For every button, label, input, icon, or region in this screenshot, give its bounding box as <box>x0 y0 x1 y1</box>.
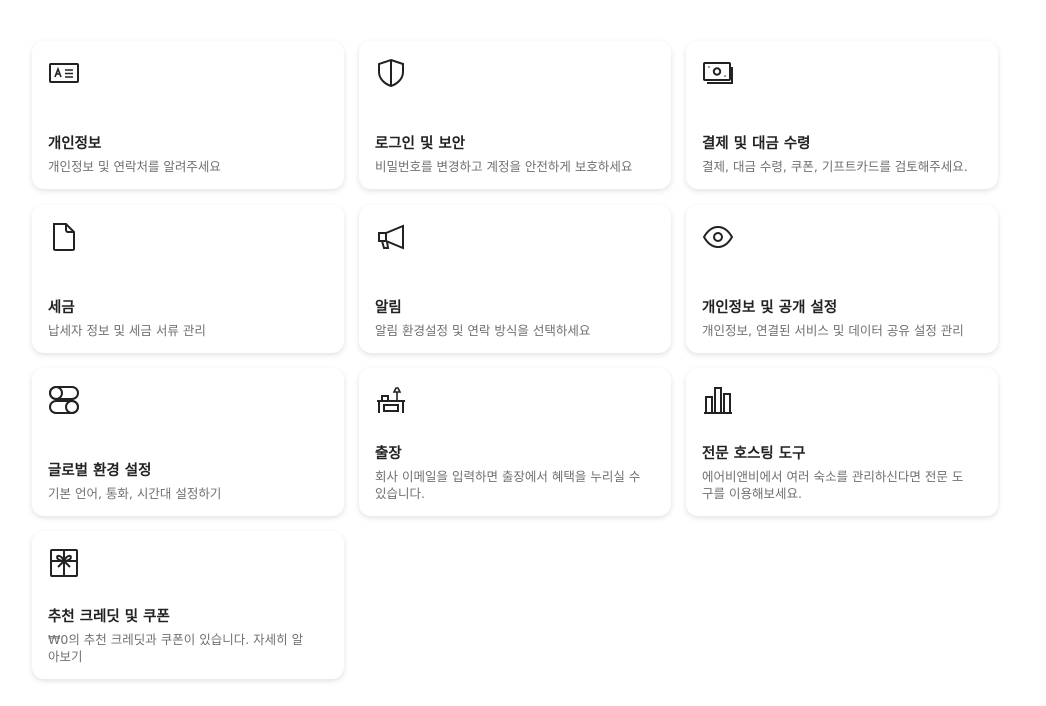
eye-icon <box>702 221 734 253</box>
card-payments[interactable]: 결제 및 대금 수령 결제, 대금 수령, 쿠폰, 기프트카드를 검토해주세요. <box>686 41 998 189</box>
card-global-preferences[interactable]: 글로벌 환경 설정 기본 언어, 통화, 시간대 설정하기 <box>32 368 344 516</box>
card-notifications[interactable]: 알림 알림 환경설정 및 연락 방식을 선택하세요 <box>359 205 671 353</box>
card-description: 에어비앤비에서 여러 숙소를 관리하신다면 전문 도구를 이용해보세요. <box>702 469 964 501</box>
card-description: 개인정보, 연결된 서비스 및 데이터 공유 설정 관리 <box>702 323 964 338</box>
card-referral-credits[interactable]: 추천 크레딧 및 쿠폰 ₩0의 추천 크레딧과 쿠폰이 있습니다. 자세히 알아… <box>32 531 344 679</box>
card-description: 알림 환경설정 및 연락 방식을 선택하세요 <box>375 323 591 338</box>
card-title: 출장 <box>375 446 402 462</box>
id-card-icon <box>48 57 80 89</box>
account-settings-grid: 개인정보 개인정보 및 연락처를 알려주세요 로그인 및 보안 비밀번호를 변경… <box>0 0 1046 706</box>
card-pro-hosting-tools[interactable]: 전문 호스팅 도구 에어비앤비에서 여러 숙소를 관리하신다면 전문 도구를 이… <box>686 368 998 516</box>
card-login-security[interactable]: 로그인 및 보안 비밀번호를 변경하고 계정을 안전하게 보호하세요 <box>359 41 671 189</box>
card-business-travel[interactable]: 출장 회사 이메일을 입력하면 출장에서 혜택을 누리실 수 있습니다. <box>359 368 671 516</box>
card-description: 비밀번호를 변경하고 계정을 안전하게 보호하세요 <box>375 159 633 174</box>
card-personal-info[interactable]: 개인정보 개인정보 및 연락처를 알려주세요 <box>32 41 344 189</box>
megaphone-icon <box>375 221 407 253</box>
card-description: 기본 언어, 통화, 시간대 설정하기 <box>48 486 222 501</box>
money-icon <box>702 57 734 89</box>
toggles-icon <box>48 384 80 416</box>
card-description: 개인정보 및 연락처를 알려주세요 <box>48 159 221 174</box>
card-title: 글로벌 환경 설정 <box>48 463 152 479</box>
card-title: 개인정보 및 공개 설정 <box>702 300 838 316</box>
card-title: 개인정보 <box>48 136 102 152</box>
card-description: 납세자 정보 및 세금 서류 관리 <box>48 323 206 338</box>
card-description: 결제, 대금 수령, 쿠폰, 기프트카드를 검토해주세요. <box>702 159 968 174</box>
gift-icon <box>48 547 80 579</box>
desk-icon <box>375 384 407 416</box>
bar-chart-icon <box>702 384 734 416</box>
card-privacy-sharing[interactable]: 개인정보 및 공개 설정 개인정보, 연결된 서비스 및 데이터 공유 설정 관… <box>686 205 998 353</box>
card-title: 추천 크레딧 및 쿠폰 <box>48 609 170 625</box>
card-taxes[interactable]: 세금 납세자 정보 및 세금 서류 관리 <box>32 205 344 353</box>
shield-icon <box>375 57 407 89</box>
card-title: 세금 <box>48 300 75 316</box>
card-title: 결제 및 대금 수령 <box>702 136 811 152</box>
card-title: 알림 <box>375 300 402 316</box>
document-icon <box>48 221 80 253</box>
card-description: ₩0의 추천 크레딧과 쿠폰이 있습니다. 자세히 알아보기 <box>48 632 304 664</box>
card-title: 로그인 및 보안 <box>375 136 466 152</box>
card-title: 전문 호스팅 도구 <box>702 446 806 462</box>
card-description: 회사 이메일을 입력하면 출장에서 혜택을 누리실 수 있습니다. <box>375 469 641 501</box>
